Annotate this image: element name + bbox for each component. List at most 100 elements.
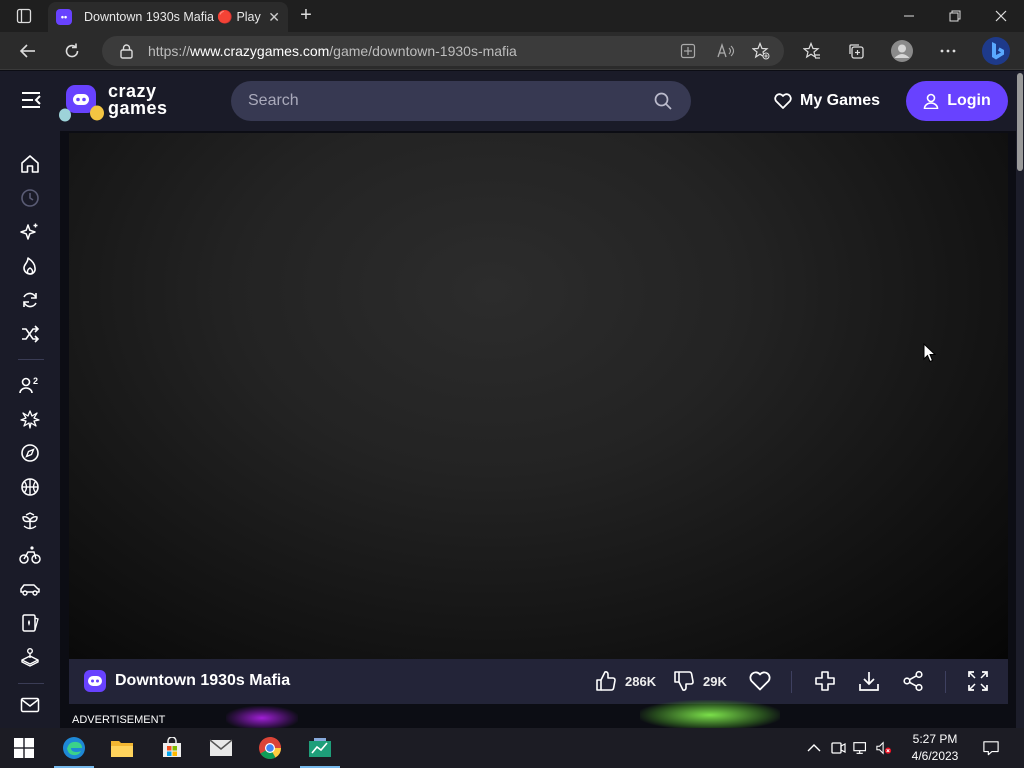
new-tab-button[interactable]: + [296, 5, 316, 26]
ad-banner-image[interactable] [640, 700, 780, 730]
browser-tab-active[interactable]: •• Downtown 1930s Mafia 🔴 Play ✕ [48, 2, 288, 32]
thumbs-down-icon [674, 671, 694, 691]
login-label: Login [947, 92, 991, 109]
system-clock[interactable]: 5:27 PM 4/6/2023 [900, 731, 970, 765]
address-bar[interactable]: https://www.crazygames.com/game/downtown… [102, 36, 784, 66]
advertisement-label: ADVERTISEMENT [72, 714, 166, 726]
download-button[interactable] [858, 668, 880, 694]
category-sidebar: 2 [0, 131, 60, 728]
scrollbar-thumb[interactable] [1017, 73, 1023, 171]
minimize-button[interactable] [886, 0, 932, 32]
site-header: crazy games Search My Games Login [0, 71, 1016, 131]
bing-chat-icon[interactable] [980, 35, 1012, 67]
lock-icon[interactable] [120, 44, 133, 59]
adventure-icon[interactable] [18, 441, 42, 465]
app-available-icon[interactable] [680, 43, 696, 59]
login-button[interactable]: Login [906, 81, 1008, 121]
casual-icon[interactable] [18, 509, 42, 533]
game-canvas[interactable] [69, 133, 1008, 659]
crazygames-logo[interactable]: crazy games [58, 81, 173, 123]
clock-date: 4/6/2023 [911, 749, 959, 763]
network-icon[interactable] [853, 740, 869, 756]
mouse-cursor-icon [923, 343, 936, 363]
bar-divider [791, 671, 792, 693]
edge-taskbar-icon[interactable] [50, 728, 98, 768]
trending-icon[interactable] [18, 254, 42, 278]
add-favorite-icon[interactable] [752, 42, 770, 60]
sidebar-divider [18, 683, 44, 684]
share-button[interactable] [902, 668, 924, 694]
chrome-taskbar-icon[interactable] [246, 728, 294, 768]
recent-icon[interactable] [18, 186, 42, 210]
thumbs-up-icon [596, 671, 616, 691]
dislike-button[interactable]: 29K [673, 668, 727, 694]
favorites-icon[interactable] [797, 36, 827, 66]
my-games-label: My Games [800, 92, 881, 109]
menu-toggle-icon[interactable] [20, 90, 42, 110]
url-path: /game/downtown-1930s-mafia [329, 43, 517, 59]
search-icon[interactable] [654, 92, 672, 110]
more-options-icon[interactable] [933, 36, 963, 66]
game-info-bar: Downtown 1930s Mafia 286K 29K [69, 659, 1008, 704]
notification-center-icon[interactable] [983, 740, 999, 756]
bike-icon[interactable] [18, 543, 42, 567]
ad-banner-image[interactable] [226, 706, 298, 730]
tab-actions-icon[interactable] [16, 8, 32, 24]
mail-taskbar-icon[interactable] [197, 728, 245, 768]
search-input[interactable]: Search [231, 81, 691, 121]
fullscreen-icon [968, 671, 988, 691]
game-logo-icon [83, 669, 107, 693]
updated-icon[interactable] [18, 288, 42, 312]
restore-button[interactable] [932, 0, 978, 32]
windows-logo-icon [14, 738, 34, 758]
my-games-button[interactable]: My Games [774, 89, 880, 113]
download-icon [859, 672, 879, 691]
close-window-button[interactable] [978, 0, 1024, 32]
bar-divider [945, 671, 946, 693]
logo-line-2: games [108, 98, 168, 118]
car-icon[interactable] [18, 577, 42, 601]
tab-title: Downtown 1930s Mafia 🔴 Play [84, 9, 261, 24]
fullscreen-button[interactable] [967, 668, 989, 694]
report-button[interactable] [814, 668, 836, 694]
store-taskbar-icon[interactable] [148, 728, 196, 768]
action-icon[interactable] [18, 407, 42, 431]
controller-icon[interactable] [18, 645, 42, 669]
url-prefix: https:// [148, 43, 191, 59]
tab-favicon-icon: •• [56, 9, 72, 25]
read-aloud-icon[interactable] [717, 43, 735, 59]
browser-tab-bar: •• Downtown 1930s Mafia 🔴 Play ✕ + [0, 0, 1024, 32]
start-button[interactable] [0, 728, 48, 768]
page-scrollbar[interactable] [1016, 71, 1024, 728]
back-icon[interactable] [13, 36, 43, 66]
flag-plus-icon [815, 671, 835, 691]
url-domain: www.crazygames.com [190, 43, 330, 59]
multiplayer-icon[interactable]: 2 [18, 373, 42, 397]
meet-now-icon[interactable] [830, 740, 846, 756]
basketball-icon[interactable] [18, 475, 42, 499]
volume-muted-icon[interactable] [876, 740, 892, 756]
random-icon[interactable] [18, 322, 42, 346]
tab-close-icon[interactable]: ✕ [268, 9, 280, 26]
sidebar-divider [18, 359, 44, 360]
dislikes-count: 29K [703, 673, 727, 689]
show-hidden-icons-icon[interactable] [806, 740, 822, 756]
favorite-button[interactable] [749, 668, 771, 694]
collections-icon[interactable] [841, 36, 871, 66]
app-taskbar-icon[interactable] [296, 728, 344, 768]
likes-count: 286K [625, 673, 657, 689]
url-text: https://www.crazygames.com/game/downtown… [148, 43, 517, 59]
share-icon [903, 670, 923, 692]
mail-icon[interactable] [18, 693, 42, 717]
new-icon[interactable] [18, 220, 42, 244]
game-title: Downtown 1930s Mafia [115, 672, 291, 689]
home-icon[interactable] [18, 152, 42, 176]
browser-toolbar: https://www.crazygames.com/game/downtown… [0, 32, 1024, 70]
like-button[interactable]: 286K [595, 668, 656, 694]
windows-taskbar: 5:27 PM 4/6/2023 [0, 728, 1024, 768]
profile-avatar-icon[interactable] [887, 36, 917, 66]
refresh-icon[interactable] [57, 36, 87, 66]
clock-time: 5:27 PM [912, 732, 958, 746]
file-explorer-taskbar-icon[interactable] [98, 728, 146, 768]
cards-icon[interactable] [18, 611, 42, 635]
